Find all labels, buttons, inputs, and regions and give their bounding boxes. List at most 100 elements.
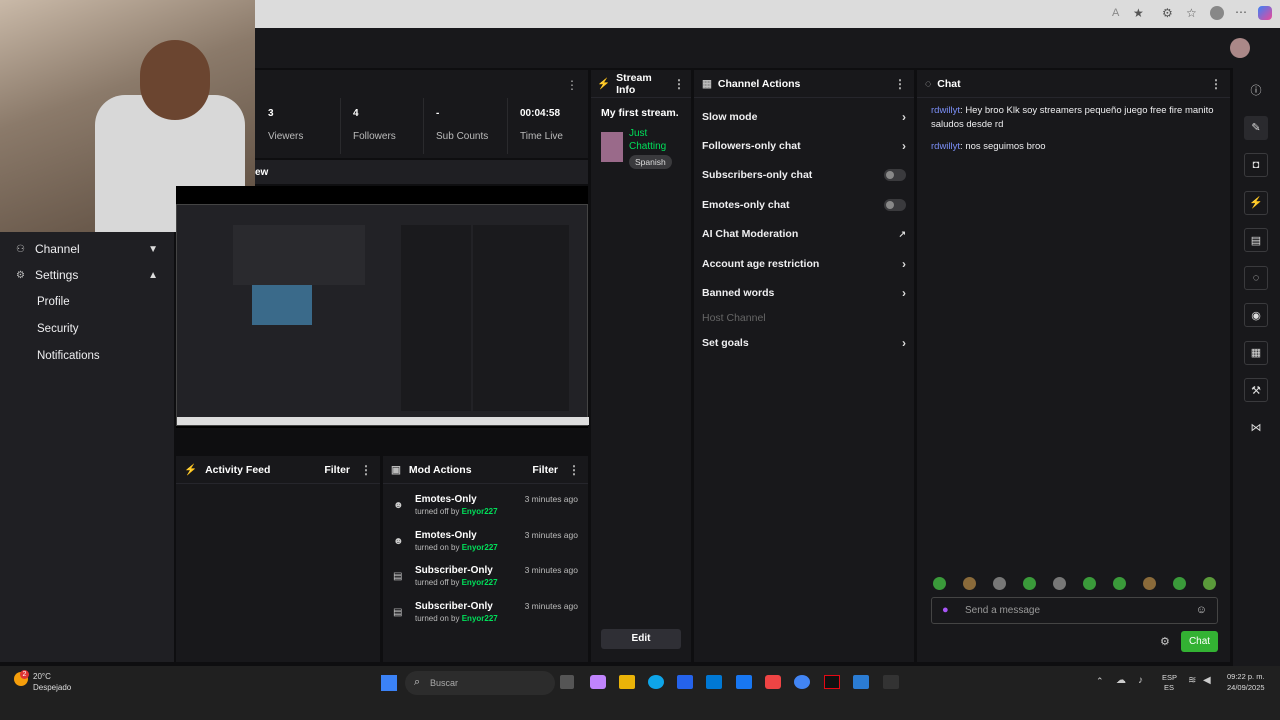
share-icon[interactable]: ⋈ [1244, 416, 1268, 440]
mod-item-action: turned off by [415, 578, 460, 587]
netflix-icon[interactable] [824, 675, 840, 689]
mod-item-user[interactable]: Enyor227 [462, 578, 498, 587]
avatar[interactable] [1230, 38, 1250, 58]
mic-icon[interactable]: ♪ [1138, 675, 1143, 686]
lightning-icon[interactable]: ⚡ [1244, 190, 1268, 215]
chevron-up-icon[interactable]: ⌃ [1096, 676, 1104, 687]
chat-send-button[interactable]: Chat [1181, 631, 1218, 652]
pencil-icon[interactable]: ✎ [1244, 115, 1268, 140]
mod-filter-button[interactable]: Filter [532, 464, 558, 476]
list-item: ☻ Emotes-Only turned on by Enyor227 3 mi… [383, 528, 588, 564]
broadcast-icon[interactable]: ◉ [1244, 303, 1268, 327]
activity-feed-title: Activity Feed [205, 463, 271, 476]
mod-item-time: 3 minutes ago [524, 565, 578, 575]
volume-icon[interactable]: ◀ [1203, 675, 1211, 686]
emote-icon[interactable] [963, 577, 976, 590]
mod-item-user[interactable]: Enyor227 [462, 507, 498, 516]
emote-bar [933, 577, 1223, 591]
chat-input-placeholder: Send a message [965, 605, 1041, 616]
emote-icon[interactable] [1113, 577, 1126, 590]
keyboard-layout: ES [1164, 683, 1175, 692]
chat-input[interactable]: ● Send a message ☺ [931, 597, 1218, 624]
emote-icon[interactable] [1173, 577, 1186, 590]
mod-item-time: 3 minutes ago [524, 600, 578, 611]
emote-icon[interactable] [933, 577, 946, 590]
microphone-icon[interactable]: ● [942, 604, 949, 616]
windows-start-icon[interactable] [381, 675, 397, 691]
language-indicator[interactable]: ESP [1162, 673, 1177, 682]
search-icon: ⌕ [414, 676, 421, 688]
clock-date: 24/09/2025 [1227, 683, 1265, 692]
chat-icon[interactable]: ◌ [1244, 265, 1268, 290]
task-view-icon[interactable] [560, 675, 574, 689]
taskbar-search[interactable]: ⌕ Buscar [405, 671, 555, 695]
favorite-icon[interactable]: ★ [1133, 6, 1144, 20]
mod-actions-header: ▣ Mod Actions Filter ⋮ [383, 456, 588, 484]
mod-item-action: turned on by [415, 613, 460, 623]
activity-filter-button[interactable]: Filter [324, 464, 350, 476]
wrench-icon[interactable]: ⚒ [1244, 378, 1268, 402]
gift-icon: ▤ [393, 571, 403, 582]
mod-item-time: 3 minutes ago [524, 494, 578, 504]
emote-icon[interactable] [1203, 577, 1216, 590]
outlook-icon[interactable] [706, 675, 722, 689]
cloud-icon[interactable]: ☁ [1116, 675, 1126, 686]
chat-settings-icon[interactable]: ⚙ [1160, 635, 1170, 648]
emote-icon[interactable] [1083, 577, 1096, 590]
chrome-icon[interactable] [794, 675, 810, 689]
wifi-icon[interactable]: ≋ [1188, 675, 1196, 686]
edit-button[interactable]: Edit [601, 629, 681, 649]
weather-temp: 20°C [33, 672, 51, 681]
edge-icon[interactable] [648, 675, 664, 689]
list-item: ▤ Subscriber-Only turned off by Enyor227… [383, 563, 588, 599]
list-item: ▤ Subscriber-Only turned on by Enyor227 … [383, 599, 588, 635]
facebook-icon[interactable] [736, 675, 752, 689]
copilot-icon[interactable] [1258, 6, 1272, 20]
weather-desc: Despejado [33, 683, 72, 692]
mod-actions-title: Mod Actions [408, 463, 472, 476]
emoji-icon[interactable]: ☺ [1196, 604, 1207, 616]
read-aloud-icon[interactable]: A [1112, 7, 1119, 19]
shield-icon: ▣ [391, 463, 401, 476]
weather-badge: 2 [20, 670, 29, 679]
favorites-bar-icon[interactable]: ☆ [1186, 6, 1197, 20]
activity-feed-header: ⚡ Activity Feed Filter ⋮ [176, 456, 380, 484]
list-item: ☻ Emotes-Only turned off by Enyor227 3 m… [383, 492, 588, 528]
emote-icon: ☻ [393, 500, 404, 511]
mod-item-action: turned on by [415, 542, 460, 552]
lightning-icon: ⚡ [184, 464, 198, 476]
mod-item-title: Subscriber-Only [415, 565, 493, 576]
mod-item-user[interactable]: Enyor227 [462, 614, 498, 623]
search-placeholder: Buscar [430, 678, 459, 688]
emote-icon[interactable] [993, 577, 1006, 590]
mod-actions-panel: ▣ Mod Actions Filter ⋮ ☻ Emotes-Only tur… [383, 456, 588, 662]
mod-item-title: Subscriber-Only [415, 600, 493, 612]
mod-item-title: Emotes-Only [415, 529, 477, 541]
profile-icon[interactable] [1210, 6, 1224, 20]
mod-item-user[interactable]: Enyor227 [462, 543, 498, 552]
info-icon[interactable]: ⓘ [1244, 78, 1268, 102]
activity-menu-icon[interactable]: ⋮ [360, 463, 372, 477]
gift-icon: ▤ [393, 606, 403, 618]
store-icon[interactable] [677, 675, 693, 689]
youtube-icon[interactable] [765, 675, 781, 689]
layout-icon[interactable]: ▦ [1244, 340, 1268, 365]
emote-icon[interactable] [1023, 577, 1036, 590]
camera-icon[interactable]: ◘ [1244, 153, 1268, 177]
mod-item-time: 3 minutes ago [524, 529, 578, 540]
emote-icon: ☻ [393, 535, 404, 547]
word-icon[interactable] [853, 675, 869, 689]
emote-icon[interactable] [1143, 577, 1156, 590]
mod-menu-icon[interactable]: ⋮ [568, 463, 580, 477]
mod-item-title: Emotes-Only [415, 494, 477, 505]
document-icon[interactable]: ▤ [1244, 228, 1268, 252]
emote-icon[interactable] [1053, 577, 1066, 590]
file-explorer-icon[interactable] [619, 675, 635, 689]
right-rail-icons: ⓘ ✎ ◘ ⚡ ▤ ◌ ◉ ▦ ⚒ ⋈ [0, 78, 1280, 453]
clock-time[interactable]: 09:22 p. m. [1227, 672, 1265, 681]
more-icon[interactable]: ⋯ [1235, 5, 1247, 19]
obs-icon[interactable] [883, 675, 899, 689]
extensions-icon[interactable]: ⚙ [1162, 6, 1173, 20]
copilot-app-icon[interactable] [590, 675, 606, 689]
activity-feed-panel: ⚡ Activity Feed Filter ⋮ [176, 456, 380, 662]
